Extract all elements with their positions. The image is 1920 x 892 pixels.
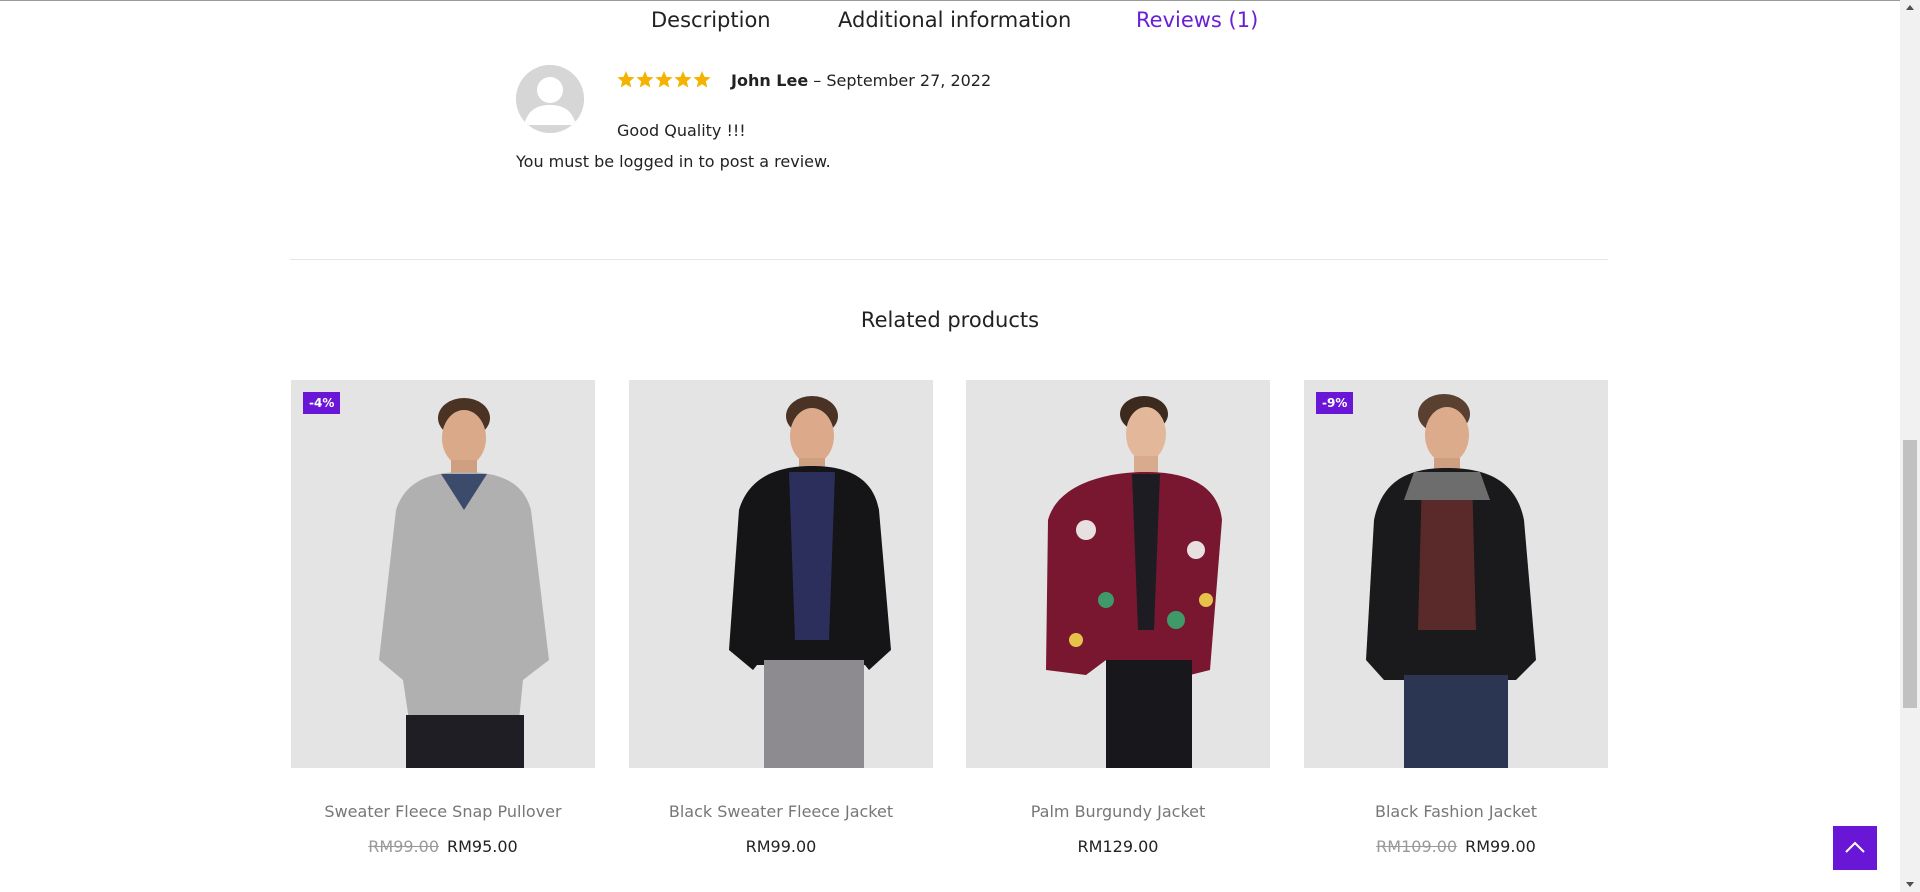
review-separator: – xyxy=(813,71,822,90)
review-date: September 27, 2022 xyxy=(826,71,992,90)
top-border xyxy=(0,0,1920,1)
review-text: Good Quality !!! xyxy=(617,121,746,140)
back-to-top-button[interactable] xyxy=(1833,826,1877,870)
reviewer-avatar xyxy=(516,65,584,133)
product-image[interactable]: -4% xyxy=(291,380,595,768)
product-image[interactable]: -9% xyxy=(1304,380,1608,768)
page-scrollbar[interactable] xyxy=(1900,0,1920,892)
product-name[interactable]: Sweater Fleece Snap Pullover xyxy=(291,802,595,821)
product-card[interactable]: Palm Burgundy Jacket RM129.00 xyxy=(966,380,1270,856)
product-price: RM129.00 xyxy=(966,837,1270,856)
product-card[interactable]: -4% Sweater Fleece Snap Pullover RM99.00… xyxy=(291,380,595,856)
tab-description[interactable]: Description xyxy=(651,8,771,32)
star-rating-icon xyxy=(617,71,711,88)
discount-badge: -4% xyxy=(303,392,341,414)
product-price: RM99.00 xyxy=(629,837,933,856)
product-name[interactable]: Palm Burgundy Jacket xyxy=(966,802,1270,821)
tab-additional-information[interactable]: Additional information xyxy=(838,8,1071,32)
product-photo-pullover xyxy=(291,380,595,768)
login-required-note: You must be logged in to post a review. xyxy=(516,152,831,171)
current-price: RM99.00 xyxy=(1465,837,1536,856)
scrollbar-thumb[interactable] xyxy=(1903,440,1917,708)
product-tabs: Description Additional information Revie… xyxy=(0,8,1900,48)
old-price: RM99.00 xyxy=(368,837,439,856)
rating-stars xyxy=(617,70,713,95)
product-price: RM99.00 RM95.00 xyxy=(291,837,595,856)
scroll-down-arrow-icon[interactable] xyxy=(1900,876,1920,892)
related-products-title: Related products xyxy=(860,308,1040,332)
scroll-up-arrow-icon[interactable] xyxy=(1900,0,1920,16)
tab-reviews[interactable]: Reviews (1) xyxy=(1136,8,1258,32)
section-divider xyxy=(290,259,1608,260)
user-icon xyxy=(516,65,584,133)
product-name[interactable]: Black Fashion Jacket xyxy=(1304,802,1608,821)
review-meta: John Lee – September 27, 2022 xyxy=(731,71,991,90)
product-photo-black-jacket xyxy=(629,380,933,768)
product-photo-palm-jacket xyxy=(966,380,1270,768)
current-price: RM95.00 xyxy=(447,837,518,856)
product-image[interactable] xyxy=(629,380,933,768)
review-author: John Lee xyxy=(731,71,809,90)
product-card[interactable]: Black Sweater Fleece Jacket RM99.00 xyxy=(629,380,933,856)
current-price: RM99.00 xyxy=(745,837,817,856)
product-image[interactable] xyxy=(966,380,1270,768)
product-name[interactable]: Black Sweater Fleece Jacket xyxy=(629,802,933,821)
discount-badge: -9% xyxy=(1316,392,1354,414)
current-price: RM129.00 xyxy=(1077,837,1159,856)
product-photo-fashion-jacket xyxy=(1304,380,1608,768)
chevron-up-icon xyxy=(1845,841,1865,853)
old-price: RM109.00 xyxy=(1376,837,1458,856)
product-card[interactable]: -9% Black Fashion Jacket RM109.00 RM99.00 xyxy=(1304,380,1608,856)
product-price: RM109.00 RM99.00 xyxy=(1304,837,1608,856)
